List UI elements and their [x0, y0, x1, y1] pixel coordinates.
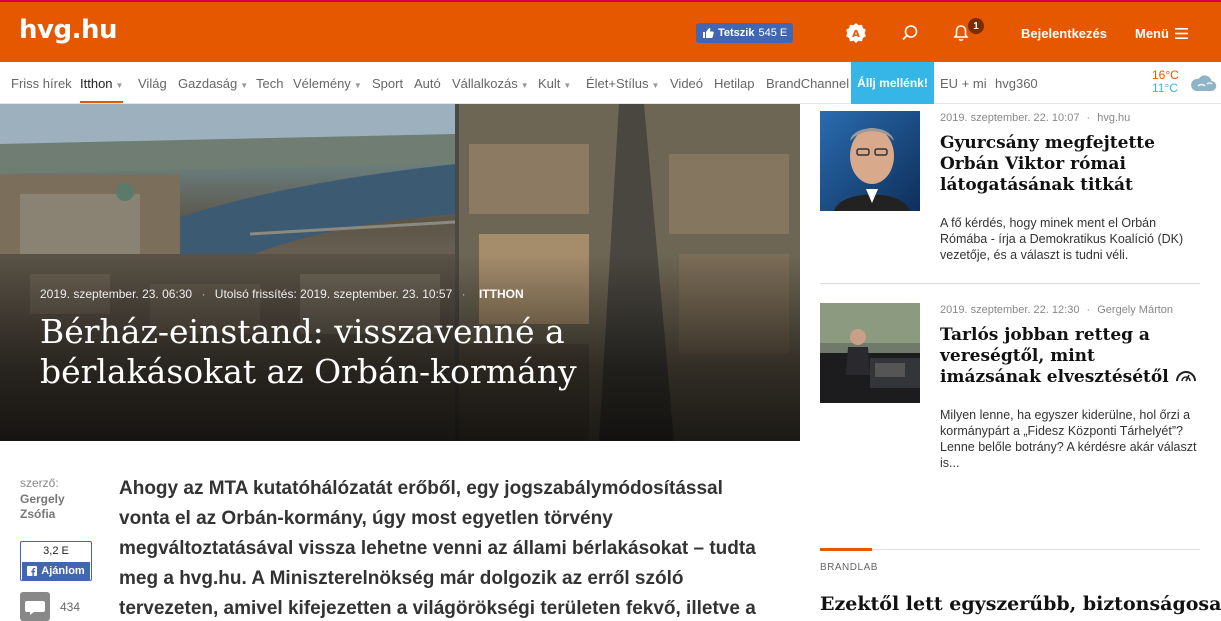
nav-item-gazdasag[interactable]: Gazdaság ▼	[178, 76, 248, 91]
support-us-button[interactable]: Állj mellénk!	[851, 62, 934, 104]
author-label: szerző:	[20, 476, 59, 490]
chevron-down-icon: ▼	[353, 81, 362, 90]
article-lead: Ahogy az MTA kutatóhálózatát erőből, egy…	[119, 478, 756, 619]
sidebar-card-2-title[interactable]: Tarlós jobban retteg a vereségtől, mint …	[940, 325, 1200, 388]
nav-item-itthon[interactable]: Itthon ▼	[80, 76, 124, 103]
nav-item-friss-hirek[interactable]: Friss hírek	[11, 76, 72, 91]
hero-date: 2019. szeptember. 23. 06:30	[40, 287, 193, 301]
hero-article[interactable]: 2019. szeptember. 23. 06:30 · Utolsó fri…	[0, 104, 800, 441]
menu-label: Menü	[1135, 26, 1169, 41]
accessibility-a-icon: A	[846, 23, 866, 43]
nav-item-video[interactable]: Videó	[670, 76, 703, 91]
chevron-down-icon: ▼	[520, 81, 529, 90]
menu-button[interactable]: Menü	[1135, 26, 1188, 41]
nav-item-sport[interactable]: Sport	[372, 76, 403, 91]
brandlab-title[interactable]: Ezektől lett egyszerűbb, biztonságosabb	[820, 592, 1221, 616]
sidebar-card-1-meta: 2019. szeptember. 22. 10:07 · hvg.hu	[940, 112, 1130, 124]
hamburger-icon	[1174, 28, 1188, 39]
sidebar-card-1-source: hvg.hu	[1097, 112, 1131, 124]
hvg360-premium-icon	[1175, 371, 1196, 382]
search-icon	[902, 25, 918, 41]
meta-separator: ·	[1086, 112, 1091, 124]
meta-separator: ·	[1086, 304, 1091, 316]
sidebar-card-2-meta: 2019. szeptember. 22. 12:30 · Gergely Má…	[940, 304, 1173, 316]
facebook-icon	[27, 566, 38, 576]
sidebar-card-2-source: Gergely Márton	[1097, 304, 1174, 316]
nav-item-itthon-label: Itthon	[80, 76, 113, 91]
sidebar-card-2-date: 2019. szeptember. 22. 12:30	[940, 304, 1080, 316]
chevron-down-icon: ▼	[651, 81, 660, 90]
sidebar-card-2-image	[820, 303, 920, 403]
nav-item-kult[interactable]: Kult ▼	[538, 76, 571, 91]
nav-item-vallalkozas-label: Vállalkozás	[452, 76, 518, 91]
sidebar-card-2-excerpt: Milyen lenne, ha egyszer kiderülne, hol …	[940, 408, 1197, 470]
thumbs-up-icon	[703, 28, 714, 38]
brandlab-divider	[872, 549, 1200, 550]
nav-item-tech[interactable]: Tech	[256, 76, 283, 91]
facebook-share-button[interactable]: Ajánlom	[22, 562, 90, 580]
nav-item-brandchannel[interactable]: BrandChannel	[766, 76, 849, 91]
brandlab-label[interactable]: BRANDLAB	[820, 562, 878, 573]
share-label: Ajánlom	[41, 565, 85, 577]
cloud-icon	[1191, 75, 1217, 92]
brandlab-accent-bar	[820, 548, 872, 551]
sidebar-card-1-image	[820, 111, 920, 211]
hero-meta: 2019. szeptember. 23. 06:30 · Utolsó fri…	[40, 287, 524, 301]
page: hvg.hu Tetszik 545 E A 1 Bejelentkezés M…	[0, 0, 1221, 621]
meta-separator: ·	[201, 287, 206, 301]
share-count: 3,2 E	[43, 545, 69, 557]
comment-button[interactable]	[20, 592, 50, 621]
meta-separator: ·	[461, 287, 466, 301]
hero-updated: Utolsó frissítés: 2019. szeptember. 23. …	[214, 287, 453, 301]
svg-text:A: A	[852, 29, 860, 40]
sidebar-card-1-date: 2019. szeptember. 22. 10:07	[940, 112, 1080, 124]
facebook-share-widget: 3,2 E Ajánlom	[20, 541, 92, 581]
comment-icon	[25, 601, 45, 615]
chevron-down-icon: ▼	[115, 81, 124, 90]
hero-category[interactable]: ITTHON	[479, 287, 524, 301]
chevron-down-icon: ▼	[240, 81, 249, 90]
fb-like-label: Tetszik	[718, 27, 755, 39]
nav-item-gazdasag-label: Gazdaság	[178, 76, 238, 91]
temp-low: 11°C	[1152, 81, 1178, 95]
notification-badge: 1	[968, 18, 984, 34]
top-bar: hvg.hu Tetszik 545 E A 1 Bejelentkezés M…	[0, 0, 1221, 62]
sidebar-card-1-excerpt: A fő kérdés, hogy minek ment el Orbán Ró…	[940, 216, 1184, 262]
nav-item-velemeny[interactable]: Vélemény ▼	[293, 76, 362, 91]
nav-item-hetilap[interactable]: Hetilap	[714, 76, 754, 91]
category-nav: Friss hírek Itthon ▼ Világ Gazdaság ▼ Tech…	[0, 62, 1221, 104]
login-link[interactable]: Bejelentkezés	[1021, 26, 1107, 41]
sidebar-card-2-title-text: Tarlós jobban retteg a vereségtől, mint …	[940, 325, 1169, 387]
nav-item-kult-label: Kult	[538, 76, 561, 91]
nav-item-elet-stilus[interactable]: Élet+Stílus ▼	[586, 76, 659, 91]
nav-item-vilag[interactable]: Világ	[138, 76, 167, 91]
chevron-down-icon: ▼	[563, 81, 572, 90]
search-button[interactable]	[897, 20, 923, 46]
comment-count: 434	[60, 600, 81, 614]
hero-title[interactable]: Bérház-einstand: visszavenné a bérlakáso…	[40, 312, 780, 392]
weather-widget[interactable]: 16°C 11°C	[1152, 69, 1179, 95]
nav-item-auto[interactable]: Autó	[414, 76, 441, 91]
nav-item-velemeny-label: Vélemény	[293, 76, 351, 91]
accessibility-button[interactable]: A	[843, 20, 869, 46]
sidebar-divider	[820, 283, 1200, 284]
site-logo[interactable]: hvg.hu	[19, 15, 117, 45]
nav-item-hvg360[interactable]: hvg360	[995, 76, 1038, 91]
fb-like-count: 545 E	[758, 27, 788, 39]
sidebar-card-1-title[interactable]: Gyurcsány megfejtette Orbán Viktor római…	[940, 133, 1200, 196]
nav-item-eu-mi[interactable]: EU + mi	[940, 76, 987, 91]
nav-item-elet-stilus-label: Élet+Stílus	[586, 76, 649, 91]
facebook-like-button[interactable]: Tetszik 545 E	[696, 23, 794, 43]
nav-item-vallalkozas[interactable]: Vállalkozás ▼	[452, 76, 529, 91]
author-name[interactable]: Gergely Zsófia	[20, 492, 80, 522]
